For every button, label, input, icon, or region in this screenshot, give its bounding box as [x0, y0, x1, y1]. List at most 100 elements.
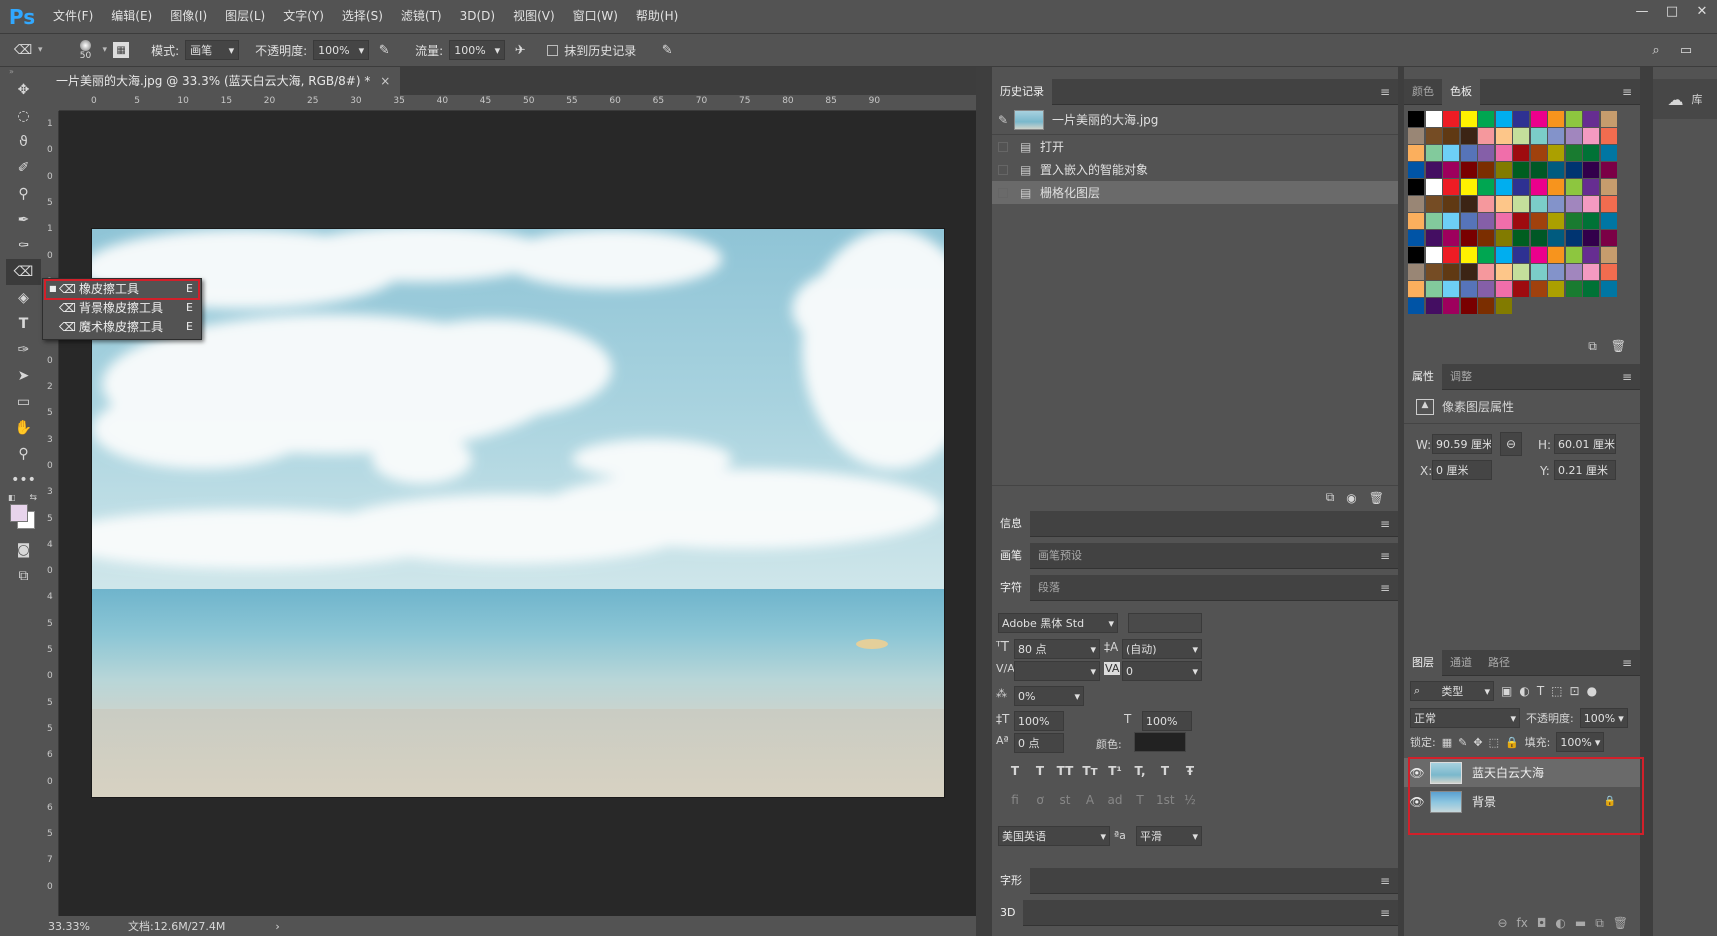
color-swatch[interactable]: [1495, 230, 1512, 246]
color-swatch[interactable]: [1565, 196, 1582, 212]
menu-item[interactable]: 文件(F): [44, 0, 102, 33]
color-swatch[interactable]: [1600, 162, 1617, 178]
color-swatch[interactable]: [1530, 179, 1547, 195]
color-swatch[interactable]: [1600, 179, 1617, 195]
color-swatch[interactable]: [1600, 111, 1617, 127]
y-input[interactable]: 0.21 厘米: [1554, 460, 1616, 480]
color-swatch[interactable]: [1583, 264, 1599, 280]
color-swatch[interactable]: [1530, 111, 1547, 127]
baseline-input[interactable]: 0 点: [1014, 733, 1064, 753]
link-layers-icon[interactable]: ⊖: [1497, 916, 1507, 930]
color-swatch[interactable]: [1443, 213, 1459, 229]
filter-smart-icon[interactable]: ⊡: [1570, 684, 1580, 698]
panel-menu-icon[interactable]: ≡: [1380, 906, 1390, 920]
eraser-preset-icon[interactable]: ⌫: [14, 41, 32, 59]
lock-pixels-icon[interactable]: ▦: [1442, 736, 1452, 749]
color-swatch[interactable]: [1513, 145, 1529, 161]
color-swatch[interactable]: [1460, 247, 1477, 263]
pressure-size-icon[interactable]: ✎: [658, 41, 676, 59]
color-swatch[interactable]: [1460, 264, 1477, 280]
history-source-box[interactable]: [998, 164, 1008, 175]
color-swatch[interactable]: [1530, 213, 1547, 229]
history-brush-icon[interactable]: ✎: [992, 113, 1014, 127]
document-tab[interactable]: 一片美丽的大海.jpg @ 33.3% (蓝天白云大海, RGB/8#) * ×: [44, 67, 401, 95]
new-swatch-icon[interactable]: ⧉: [1588, 339, 1597, 354]
panel-menu-icon[interactable]: ≡: [1380, 85, 1390, 99]
brush-size-picker[interactable]: 50: [75, 39, 97, 61]
color-swatch[interactable]: [1495, 128, 1512, 144]
menu-item[interactable]: 窗口(W): [564, 0, 627, 33]
color-swatch[interactable]: [1495, 162, 1512, 178]
color-swatch[interactable]: [1600, 213, 1617, 229]
color-swatch[interactable]: [1530, 196, 1547, 212]
zoom-tool-icon[interactable]: ⚲: [6, 441, 41, 467]
color-swatch[interactable]: [1548, 111, 1564, 127]
history-item[interactable]: ▤ 置入嵌入的智能对象: [992, 158, 1398, 181]
color-swatch[interactable]: [1548, 179, 1564, 195]
color-swatch[interactable]: [1530, 281, 1547, 297]
color-swatch[interactable]: [1443, 179, 1459, 195]
tab-color[interactable]: 颜色: [1404, 79, 1442, 105]
color-swatch[interactable]: [1583, 162, 1599, 178]
color-swatch[interactable]: [1408, 179, 1424, 195]
fill-input[interactable]: 100% ▾: [1556, 732, 1605, 752]
canvas-image[interactable]: [91, 228, 945, 798]
color-swatch[interactable]: [1530, 162, 1547, 178]
tab-paths[interactable]: 路径: [1480, 650, 1518, 676]
brush-panel-icon[interactable]: ▦: [113, 42, 130, 58]
zoom-level[interactable]: 33.33%: [44, 920, 114, 933]
stamp-tool-icon[interactable]: ⚰: [6, 233, 41, 259]
color-swatch[interactable]: [1600, 281, 1617, 297]
adjustment-layer-icon[interactable]: ◐: [1555, 916, 1565, 930]
language-select[interactable]: 美国英语 ▾: [998, 826, 1110, 846]
color-swatch[interactable]: [1425, 162, 1442, 178]
close-window-button[interactable]: ✕: [1687, 0, 1717, 22]
color-swatch[interactable]: [1425, 298, 1442, 314]
fx-icon[interactable]: fx: [1517, 916, 1528, 930]
panel-menu-icon[interactable]: ≡: [1380, 874, 1390, 888]
color-swatch[interactable]: [1478, 162, 1494, 178]
color-swatch[interactable]: [1408, 196, 1424, 212]
filter-toggle-icon[interactable]: ●: [1587, 684, 1597, 698]
tab-info[interactable]: 信息: [992, 510, 1030, 537]
lasso-tool-icon[interactable]: ϑ: [6, 129, 41, 155]
tab-brush[interactable]: 画笔: [992, 542, 1030, 569]
color-swatch[interactable]: [1478, 196, 1494, 212]
text-style-button[interactable]: T,: [1131, 764, 1149, 778]
color-swatch[interactable]: [1600, 247, 1617, 263]
color-swatch[interactable]: [1530, 264, 1547, 280]
color-swatch[interactable]: [1583, 213, 1599, 229]
color-swatch[interactable]: [1478, 145, 1494, 161]
color-swatch[interactable]: [1565, 111, 1582, 127]
rectangle-tool-icon[interactable]: ▭: [6, 389, 41, 415]
font-style-select[interactable]: [1128, 613, 1202, 633]
color-swatch[interactable]: [1565, 281, 1582, 297]
tab-history[interactable]: 历史记录: [992, 78, 1052, 105]
color-swatch[interactable]: [1583, 179, 1599, 195]
color-swatch[interactable]: [1495, 247, 1512, 263]
color-swatch[interactable]: [1443, 281, 1459, 297]
panel-menu-icon[interactable]: ≡: [1622, 656, 1632, 670]
color-swatch[interactable]: [1513, 196, 1529, 212]
panel-menu-icon[interactable]: ≡: [1380, 517, 1390, 531]
color-swatch[interactable]: [1495, 145, 1512, 161]
color-swatch[interactable]: [1565, 179, 1582, 195]
color-swatch[interactable]: [1565, 128, 1582, 144]
filter-adjust-icon[interactable]: ◐: [1519, 684, 1529, 698]
color-swatch[interactable]: [1548, 247, 1564, 263]
erase-history-checkbox[interactable]: [547, 44, 559, 56]
history-item[interactable]: ▤ 栅格化图层: [992, 181, 1398, 204]
history-source-box[interactable]: [998, 187, 1008, 198]
color-swatch[interactable]: [1513, 162, 1529, 178]
color-swatch[interactable]: [1513, 179, 1529, 195]
history-source-box[interactable]: [998, 141, 1008, 152]
history-snapshot[interactable]: ✎ 一片美丽的大海.jpg: [992, 105, 1398, 135]
type-tool-icon[interactable]: T: [6, 311, 41, 337]
opentype-button[interactable]: st: [1056, 793, 1074, 807]
tab-3d[interactable]: 3D: [992, 899, 1024, 926]
menu-item[interactable]: 文字(Y): [274, 0, 333, 33]
text-color-swatch[interactable]: [1134, 732, 1186, 752]
close-tab-icon[interactable]: ×: [380, 74, 390, 88]
color-swatch[interactable]: [1530, 145, 1547, 161]
color-swatch[interactable]: [1478, 281, 1494, 297]
